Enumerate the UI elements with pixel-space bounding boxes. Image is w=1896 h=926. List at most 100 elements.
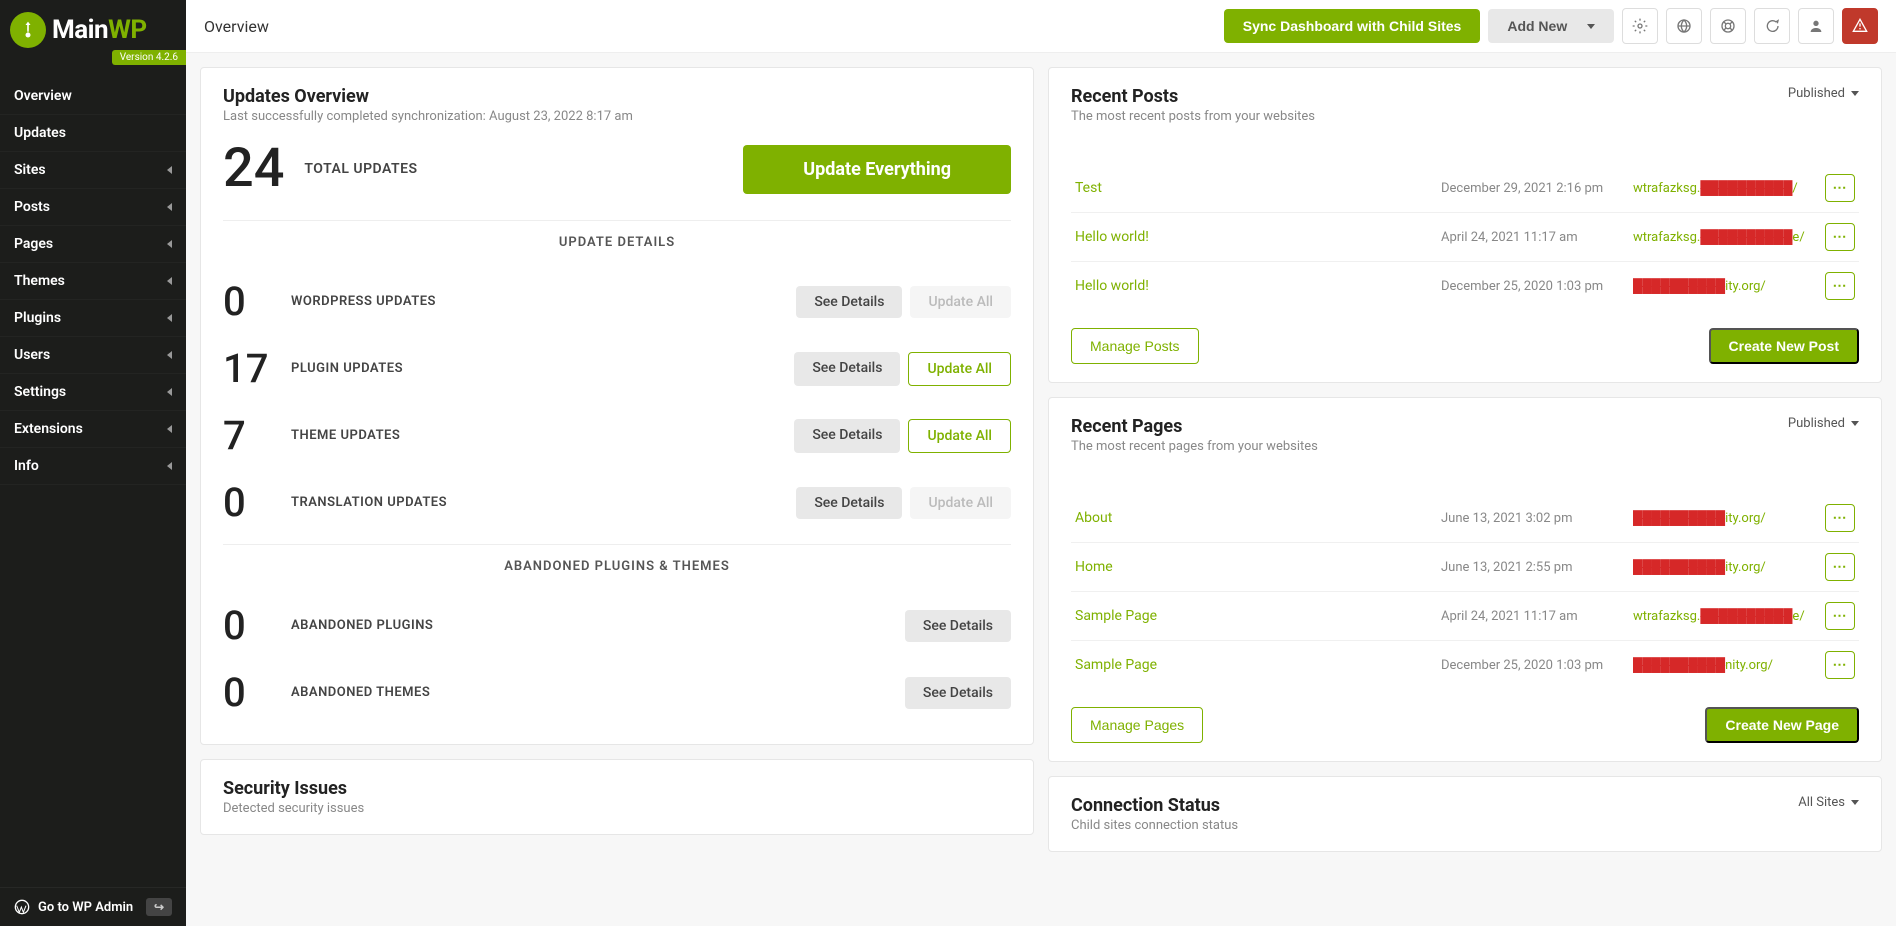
chat-icon-button[interactable] [1754, 8, 1790, 44]
update-row: 7 THEME UPDATES See Details Update All [223, 402, 1011, 469]
abandoned-header: ABANDONED PLUGINS & THEMES [223, 544, 1011, 574]
user-icon-button[interactable] [1798, 8, 1834, 44]
sidebar-item-updates[interactable]: Updates [0, 115, 186, 152]
sidebar-item-label: Extensions [14, 421, 83, 437]
updates-overview-card: Updates Overview Last successfully compl… [200, 67, 1034, 745]
item-actions-button[interactable]: ⋯ [1825, 651, 1855, 679]
sidebar-item-label: Users [14, 347, 50, 363]
chevron-left-icon [167, 203, 172, 211]
manage-posts-button[interactable]: Manage Posts [1071, 328, 1199, 364]
manage-pages-button[interactable]: Manage Pages [1071, 707, 1203, 743]
update-label: THEME UPDATES [291, 428, 776, 443]
logo-icon [10, 12, 46, 48]
item-title-link[interactable]: Sample Page [1075, 657, 1429, 673]
sync-button[interactable]: Sync Dashboard with Child Sites [1224, 9, 1481, 43]
sidebar-item-users[interactable]: Users [0, 337, 186, 374]
item-actions-button[interactable]: ⋯ [1825, 174, 1855, 202]
add-new-button[interactable]: Add New [1488, 9, 1614, 43]
update-count: 0 [223, 278, 273, 325]
item-date: June 13, 2021 3:02 pm [1441, 511, 1621, 526]
see-details-button[interactable]: See Details [796, 487, 902, 519]
update-row: 0 WORDPRESS UPDATES See Details Update A… [223, 268, 1011, 335]
item-actions-button[interactable]: ⋯ [1825, 602, 1855, 630]
connection-filter-dropdown[interactable]: All Sites [1798, 795, 1859, 810]
posts-filter-dropdown[interactable]: Published [1788, 86, 1859, 101]
item-title-link[interactable]: Hello world! [1075, 278, 1429, 294]
sidebar-item-extensions[interactable]: Extensions [0, 411, 186, 448]
connection-title: Connection Status [1071, 795, 1238, 816]
sidebar-item-pages[interactable]: Pages [0, 226, 186, 263]
abandoned-label: ABANDONED THEMES [291, 685, 887, 700]
item-title-link[interactable]: Hello world! [1075, 229, 1429, 245]
item-site-link[interactable]: wtrafazksg.██████████/ [1633, 180, 1813, 196]
update-all-button[interactable]: Update All [908, 419, 1011, 453]
list-item: Sample Page December 25, 2020 1:03 pm ██… [1071, 641, 1859, 689]
sidebar-item-themes[interactable]: Themes [0, 263, 186, 300]
update-all-button: Update All [910, 487, 1011, 519]
see-details-button[interactable]: See Details [905, 677, 1011, 709]
sidebar-item-posts[interactable]: Posts [0, 189, 186, 226]
item-title-link[interactable]: Home [1075, 559, 1429, 575]
help-icon-button[interactable] [1710, 8, 1746, 44]
item-site-link[interactable]: wtrafazksg.██████████e/ [1633, 229, 1813, 245]
list-item: Test December 29, 2021 2:16 pm wtrafazks… [1071, 164, 1859, 213]
item-title-link[interactable]: About [1075, 510, 1429, 526]
create-new-page-button[interactable]: Create New Page [1705, 707, 1859, 743]
item-site-link[interactable]: wtrafazksg.██████████e/ [1633, 608, 1813, 624]
sidebar-nav: Overview UpdatesSites Posts Pages Themes Plug… [0, 78, 186, 485]
list-item: About June 13, 2021 3:02 pm ██████████it… [1071, 494, 1859, 543]
update-all-button[interactable]: Update All [908, 352, 1011, 386]
recent-pages-subtitle: The most recent pages from your websites [1071, 439, 1318, 454]
item-actions-button[interactable]: ⋯ [1825, 553, 1855, 581]
update-label: PLUGIN UPDATES [291, 361, 776, 376]
update-label: WORDPRESS UPDATES [291, 294, 778, 309]
chevron-down-icon [1851, 91, 1859, 96]
item-site-link[interactable]: ██████████ity.org/ [1633, 510, 1813, 526]
sidebar-item-info[interactable]: Info [0, 448, 186, 485]
sidebar-item-overview[interactable]: Overview [0, 78, 186, 115]
create-new-post-button[interactable]: Create New Post [1709, 328, 1859, 364]
sidebar-item-plugins[interactable]: Plugins [0, 300, 186, 337]
sidebar-item-label: Overview [14, 88, 72, 104]
item-site-link[interactable]: ██████████ity.org/ [1633, 278, 1813, 294]
globe-icon-button[interactable] [1666, 8, 1702, 44]
chevron-left-icon [167, 351, 172, 359]
see-details-button[interactable]: See Details [796, 286, 902, 318]
abandoned-count: 0 [223, 669, 273, 716]
sidebar-item-sites[interactable]: Sites [0, 152, 186, 189]
item-actions-button[interactable]: ⋯ [1825, 272, 1855, 300]
item-actions-button[interactable]: ⋯ [1825, 223, 1855, 251]
chevron-left-icon [167, 277, 172, 285]
chevron-left-icon [167, 314, 172, 322]
goto-wp-admin-button[interactable]: ↪ [146, 898, 172, 916]
chevron-left-icon [167, 425, 172, 433]
alert-icon-button[interactable] [1842, 8, 1878, 44]
logo-text: MainWP [52, 15, 147, 45]
sidebar-item-settings[interactable]: Settings [0, 374, 186, 411]
see-details-button[interactable]: See Details [794, 419, 900, 453]
sidebar-footer[interactable]: Go to WP Admin ↪ [0, 887, 186, 926]
sidebar-item-label: Settings [14, 384, 66, 400]
total-updates-label: TOTAL UPDATES [304, 161, 417, 177]
see-details-button[interactable]: See Details [794, 352, 900, 386]
chevron-down-icon [1851, 800, 1859, 805]
updates-subtitle: Last successfully completed synchronizat… [223, 109, 633, 124]
see-details-button[interactable]: See Details [905, 610, 1011, 642]
update-label: TRANSLATION UPDATES [291, 495, 778, 510]
chevron-left-icon [167, 166, 172, 174]
item-site-link[interactable]: ██████████nity.org/ [1633, 657, 1813, 673]
item-actions-button[interactable]: ⋯ [1825, 504, 1855, 532]
security-title: Security Issues [223, 778, 1011, 799]
item-site-link[interactable]: ██████████ity.org/ [1633, 559, 1813, 575]
recent-pages-card: Recent Pages The most recent pages from … [1048, 397, 1882, 762]
item-title-link[interactable]: Test [1075, 180, 1429, 196]
sidebar-item-label: Themes [14, 273, 65, 289]
security-subtitle: Detected security issues [223, 801, 1011, 816]
update-everything-button[interactable]: Update Everything [743, 145, 1011, 194]
pages-filter-dropdown[interactable]: Published [1788, 416, 1859, 431]
settings-icon-button[interactable] [1622, 8, 1658, 44]
sidebar-item-label: Posts [14, 199, 50, 215]
abandoned-count: 0 [223, 602, 273, 649]
content: Updates Overview Last successfully compl… [186, 53, 1896, 926]
item-title-link[interactable]: Sample Page [1075, 608, 1429, 624]
